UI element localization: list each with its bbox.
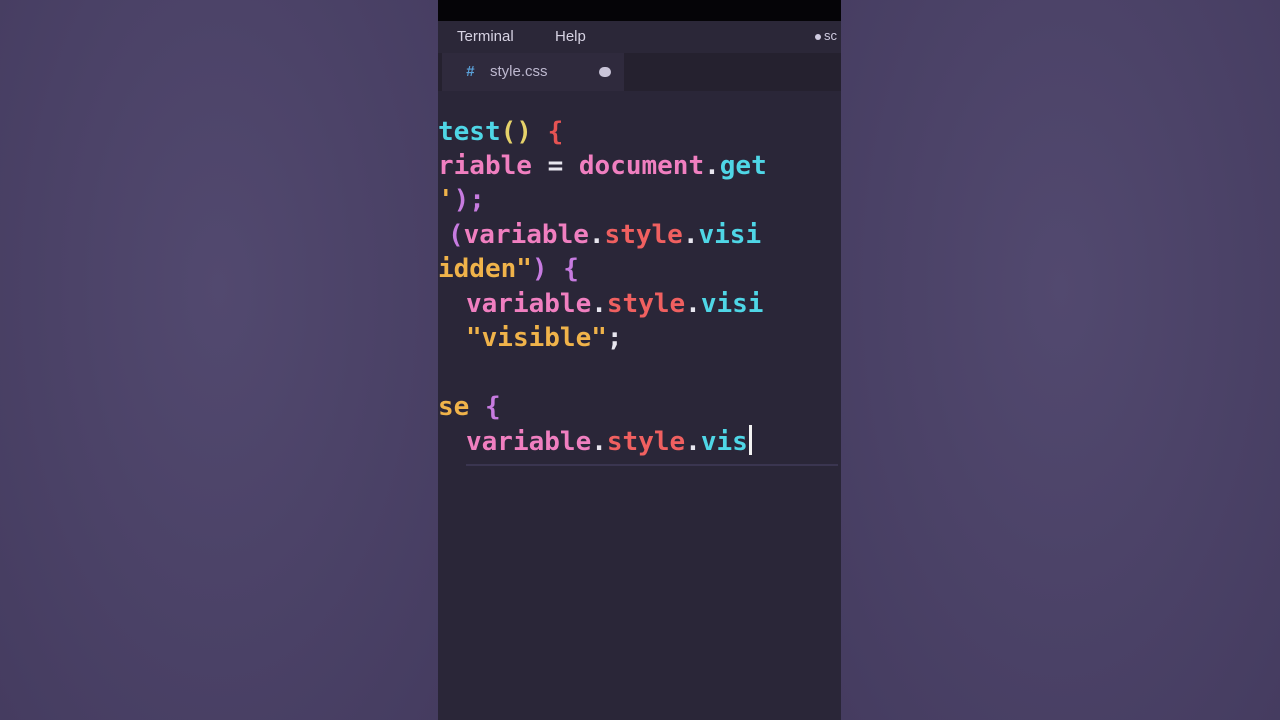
- code-line: se {: [438, 390, 501, 424]
- menu-bar: Terminal Help sc: [438, 21, 841, 53]
- token: se: [438, 392, 470, 422]
- left-backdrop: [0, 0, 438, 720]
- token: ): [531, 254, 548, 284]
- tab-bar: # style.css: [438, 53, 841, 91]
- menu-overflow[interactable]: sc: [815, 28, 837, 43]
- token: variable: [466, 289, 592, 319]
- token: .: [591, 427, 607, 457]
- title-bar: [438, 0, 841, 21]
- token: variable: [463, 220, 589, 250]
- token: variable: [466, 427, 592, 457]
- token: style: [606, 427, 686, 457]
- token: visi: [700, 289, 764, 319]
- token: {: [547, 254, 579, 284]
- token: "visible": [466, 323, 607, 353]
- token: (): [500, 117, 532, 147]
- token: style: [604, 220, 683, 250]
- token: vis: [700, 427, 748, 457]
- token: document: [578, 151, 705, 181]
- text-cursor: [748, 425, 752, 455]
- token: visi: [698, 220, 762, 250]
- menu-terminal[interactable]: Terminal: [457, 28, 514, 45]
- right-backdrop: [841, 0, 1280, 720]
- code-line-active: variable.style.vis: [466, 425, 752, 459]
- code-editor-window: Terminal Help sc # style.css test() { ri…: [438, 0, 841, 720]
- tab-label: style.css: [490, 63, 548, 80]
- token: );: [453, 185, 485, 215]
- dot-icon: [815, 33, 821, 40]
- token: riable: [438, 151, 532, 181]
- token: .: [685, 427, 701, 457]
- menu-help[interactable]: Help: [555, 28, 586, 45]
- code-line: "visible";: [466, 321, 623, 355]
- token: .: [704, 151, 720, 181]
- token: test: [438, 117, 501, 147]
- code-line: idden") {: [438, 252, 579, 286]
- code-area[interactable]: test() { riable = document.get '); (vari…: [438, 91, 841, 720]
- token: .: [682, 220, 699, 250]
- code-line: (variable.style.visi: [448, 218, 761, 252]
- css-file-icon: #: [466, 63, 475, 80]
- current-line-highlight: [466, 464, 838, 466]
- token: ;: [606, 323, 623, 353]
- token: idden": [438, 254, 532, 284]
- code-line: variable.style.visi: [466, 287, 763, 321]
- token: get: [719, 151, 767, 181]
- code-line: test() {: [438, 115, 563, 149]
- menu-overflow-label: sc: [824, 28, 837, 43]
- token: ': [438, 185, 454, 215]
- token: {: [469, 392, 501, 422]
- token: {: [531, 117, 564, 147]
- token: .: [588, 220, 605, 250]
- unsaved-dot-icon[interactable]: [599, 67, 611, 77]
- code-line: riable = document.get: [438, 149, 767, 183]
- code-line: ');: [438, 183, 485, 217]
- token: =: [531, 151, 579, 181]
- token: style: [606, 289, 686, 319]
- token: .: [685, 289, 701, 319]
- token: .: [591, 289, 607, 319]
- token: (: [448, 220, 464, 250]
- tab-style-css[interactable]: # style.css: [442, 53, 624, 91]
